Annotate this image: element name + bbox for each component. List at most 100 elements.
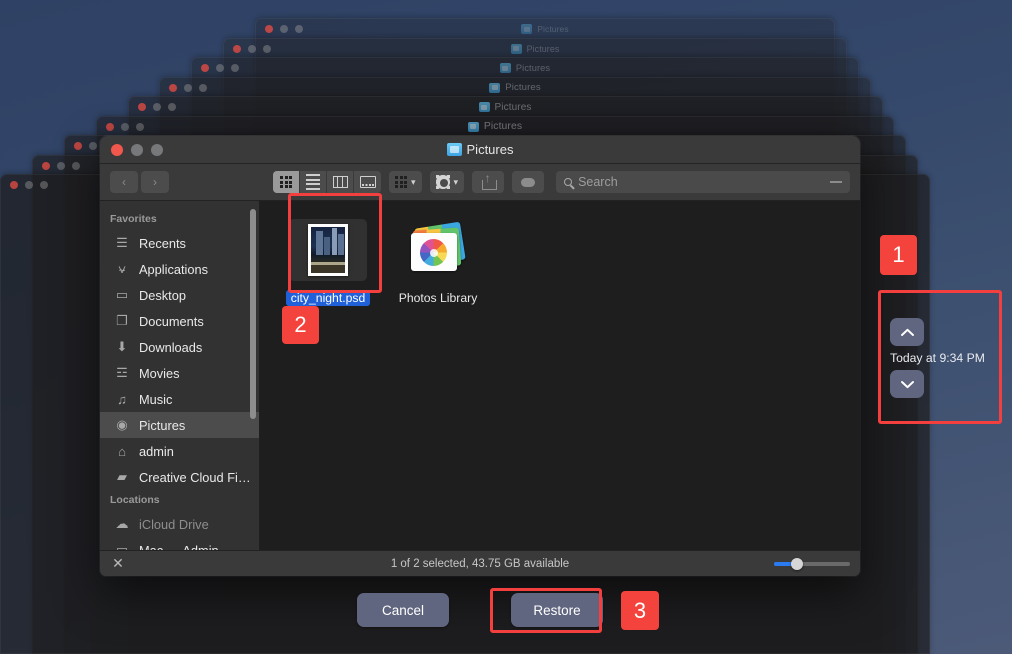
music-note-icon: ♫ xyxy=(114,391,130,407)
gallery-view-button[interactable] xyxy=(354,171,381,193)
stacked-window-title-text: Pictures xyxy=(527,44,560,54)
share-icon xyxy=(482,175,495,190)
folder-icon: ▰ xyxy=(114,469,130,485)
icon-view-button[interactable] xyxy=(273,171,300,193)
sidebar-item-label: Pictures xyxy=(139,418,185,433)
sidebar-item-music[interactable]: ♫ Music xyxy=(100,386,259,412)
stacked-window-title: Pictures xyxy=(256,19,834,39)
folder-icon xyxy=(479,102,490,112)
stacked-window-title-text: Pictures xyxy=(537,24,569,34)
back-button[interactable]: ‹ xyxy=(110,171,138,193)
share-button[interactable] xyxy=(472,171,504,193)
chevron-down-icon: ▾ xyxy=(454,177,459,188)
window-title: Pictures xyxy=(100,142,860,157)
sidebar-section-header: Locations xyxy=(100,490,259,511)
sidebar-item-label: Downloads xyxy=(139,340,202,355)
timeline-timestamp: Today at 9:34 PM xyxy=(890,351,985,365)
window-body: Favorites☰Recents ⍱ Applications ▭ Desktop ❐ D… xyxy=(100,201,860,550)
timeline-down-button[interactable] xyxy=(890,370,924,398)
chevron-up-icon xyxy=(901,328,914,337)
sidebar: Favorites☰Recents ⍱ Applications ▭ Desktop ❐ D… xyxy=(100,201,260,550)
sidebar-item-documents[interactable]: ❐ Documents xyxy=(100,308,259,334)
grid-icon xyxy=(280,176,292,188)
file-name-label[interactable]: Photos Library xyxy=(394,290,483,306)
finder-window: Pictures ‹ › ▾ ▾ xyxy=(100,136,860,576)
clock-document-icon: ☰ xyxy=(114,235,130,251)
search-field[interactable]: Search xyxy=(556,171,850,193)
folder-icon xyxy=(447,143,462,156)
list-view-button[interactable] xyxy=(300,171,327,193)
sidebar-item-creative-cloud-fi[interactable]: ▰ Creative Cloud Fi… xyxy=(100,464,259,490)
sidebar-item-label: Applications xyxy=(139,262,208,277)
sidebar-item-label: iCloud Drive xyxy=(139,517,209,532)
photos-library-icon xyxy=(409,225,467,275)
stacked-window-title: Pictures xyxy=(129,97,882,117)
file-item-photos-library[interactable]: Photos Library xyxy=(384,215,492,306)
close-window-button[interactable] xyxy=(111,144,123,156)
sidebar-item-pictures[interactable]: ◉ Pictures xyxy=(100,412,259,438)
columns-icon xyxy=(333,176,348,188)
camera-icon: ◉ xyxy=(114,417,130,433)
view-mode-segmented-control[interactable] xyxy=(273,171,381,193)
annotation-badge-2: 2 xyxy=(282,306,319,344)
timeline-panel: Today at 9:34 PM xyxy=(880,292,1004,424)
stacked-window-title-text: Pictures xyxy=(505,82,541,93)
sidebar-item-icloud-drive[interactable]: ☁ iCloud Drive xyxy=(100,511,259,537)
sidebar-item-movies[interactable]: ☲ Movies xyxy=(100,360,259,386)
folder-icon xyxy=(489,83,500,93)
sidebar-item-label: Desktop xyxy=(139,288,186,303)
icon-size-slider[interactable] xyxy=(774,562,850,566)
sidebar-item-label: Mac — Admin xyxy=(139,543,219,551)
status-bar: ✕ 1 of 2 selected, 43.75 GB available xyxy=(100,550,860,576)
sidebar-item-label: Music xyxy=(139,392,172,407)
cancel-button[interactable]: Cancel xyxy=(357,593,449,627)
sidebar-item-admin[interactable]: ⌂ admin xyxy=(100,438,259,464)
folder-icon xyxy=(511,44,522,54)
gear-icon xyxy=(436,175,450,189)
minimize-window-button[interactable] xyxy=(131,144,143,156)
stacked-window-title-text: Pictures xyxy=(495,102,532,113)
applications-icon: ⍱ xyxy=(114,261,130,277)
sidebar-item-downloads[interactable]: ⬇ Downloads xyxy=(100,334,259,360)
group-by-button[interactable]: ▾ xyxy=(389,171,422,193)
file-item-city-night[interactable]: city_night.psd xyxy=(274,215,382,306)
group-grid-icon xyxy=(395,176,407,188)
movies-film-icon: ☲ xyxy=(114,365,130,381)
search-icon xyxy=(564,178,572,186)
restore-button[interactable]: Restore xyxy=(511,593,603,627)
traffic-lights[interactable] xyxy=(100,144,163,156)
sidebar-item-recents[interactable]: ☰Recents xyxy=(100,230,259,256)
stacked-window-title-text: Pictures xyxy=(484,121,522,132)
status-text: 1 of 2 selected, 43.75 GB available xyxy=(100,558,860,570)
sidebar-item-applications[interactable]: ⍱ Applications xyxy=(100,256,259,282)
downloads-icon: ⬇ xyxy=(114,339,130,355)
sidebar-item-desktop[interactable]: ▭ Desktop xyxy=(100,282,259,308)
sidebar-section-header: Favorites xyxy=(100,209,259,230)
cloud-icon: ☁ xyxy=(114,516,130,532)
sidebar-item-mac-admin[interactable]: ▭ Mac — Admin xyxy=(100,537,259,550)
maximize-window-button[interactable] xyxy=(151,144,163,156)
gallery-icon xyxy=(360,176,376,188)
home-icon: ⌂ xyxy=(114,443,130,459)
forward-button[interactable]: › xyxy=(141,171,169,193)
folder-icon xyxy=(468,122,479,132)
display-icon: ▭ xyxy=(114,542,130,550)
sidebar-item-label: admin xyxy=(139,444,174,459)
tag-button[interactable] xyxy=(512,171,544,193)
sidebar-item-label: Documents xyxy=(139,314,204,329)
stacked-window-title: Pictures xyxy=(224,39,846,59)
sidebar-item-label: Movies xyxy=(139,366,180,381)
desktop-icon: ▭ xyxy=(114,287,130,303)
dialog-actions: Cancel Restore xyxy=(100,593,860,627)
slider-knob[interactable] xyxy=(791,558,803,570)
sidebar-scrollbar[interactable] xyxy=(250,209,256,419)
file-name-label[interactable]: city_night.psd xyxy=(286,290,371,306)
action-menu-button[interactable]: ▾ xyxy=(430,171,465,193)
titlebar: Pictures xyxy=(100,136,860,164)
folder-icon xyxy=(521,24,532,34)
timeline-up-button[interactable] xyxy=(890,318,924,346)
column-view-button[interactable] xyxy=(327,171,354,193)
documents-icon: ❐ xyxy=(114,313,130,329)
sidebar-item-label: Creative Cloud Fi… xyxy=(139,470,251,485)
file-grid[interactable]: city_night.psd Photos Library xyxy=(260,201,860,550)
